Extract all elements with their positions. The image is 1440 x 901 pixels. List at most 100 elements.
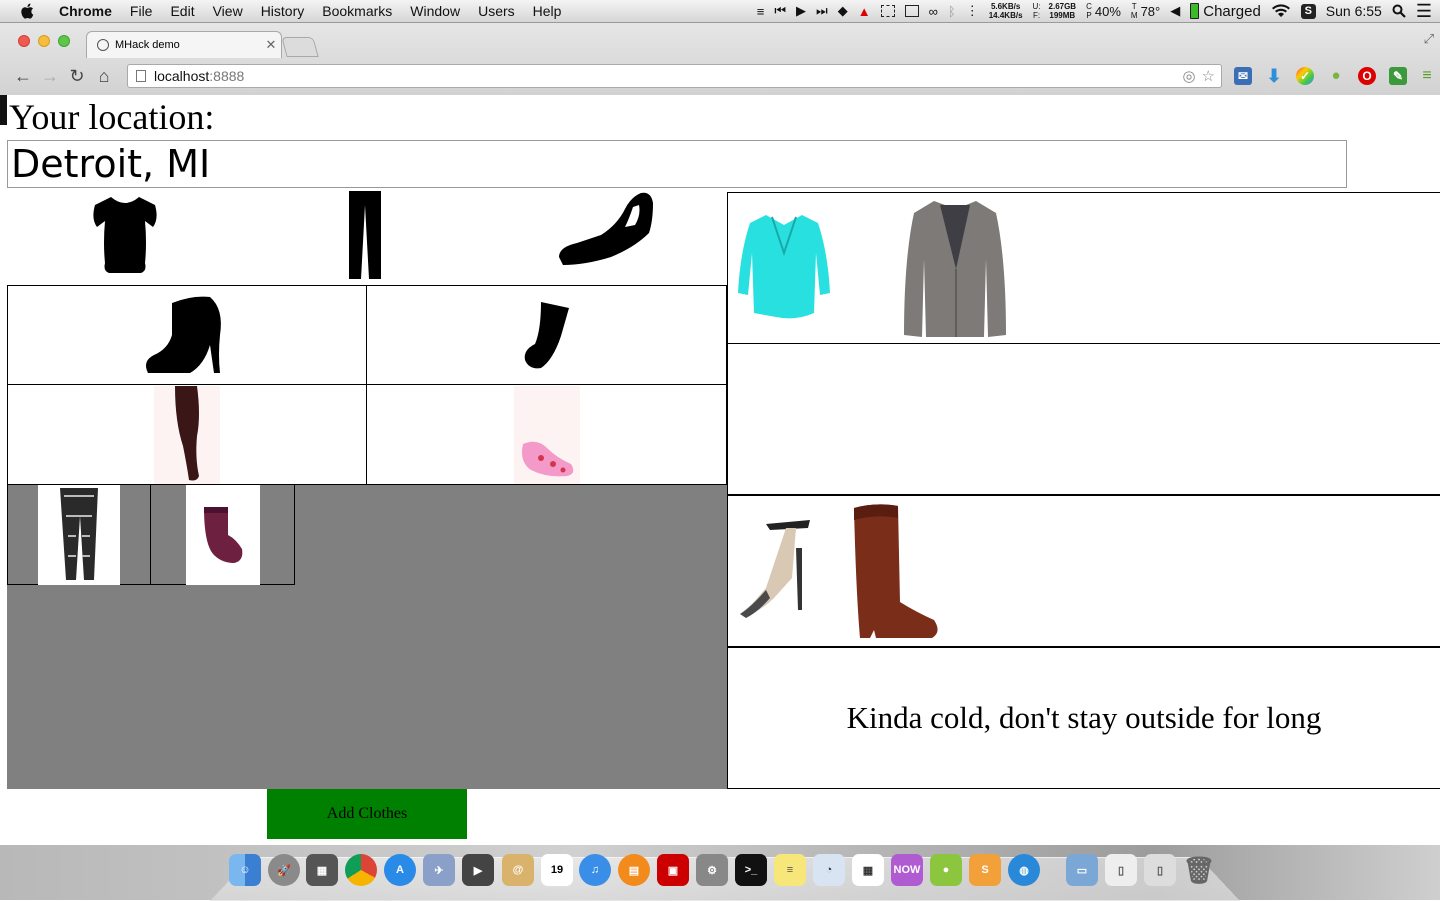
menu-users[interactable]: Users: [469, 3, 524, 19]
apple-icon[interactable]: [18, 3, 36, 19]
closet-cell-ankle-sock[interactable]: [367, 385, 727, 485]
color-extension-icon[interactable]: ✓: [1296, 67, 1314, 85]
closet-panel: [7, 189, 727, 789]
grapher-icon[interactable]: ◔: [813, 854, 845, 886]
closet-item-burgundy-sock[interactable]: [151, 484, 295, 585]
sublime-text-icon[interactable]: S: [969, 854, 1001, 886]
documents-stack-icon[interactable]: ▯: [1105, 854, 1137, 886]
riding-boot-photo[interactable]: [846, 502, 942, 642]
t-shirt-icon[interactable]: [89, 193, 161, 277]
menu-history[interactable]: History: [252, 3, 314, 19]
outfit-row-bottoms: [727, 343, 1440, 495]
next-track-icon[interactable]: ⏭: [816, 3, 828, 19]
trash-icon[interactable]: 🗑: [1183, 854, 1216, 886]
reload-button[interactable]: ↻: [66, 65, 88, 87]
bookmark-star-icon[interactable]: ☆: [1202, 67, 1215, 85]
android-dock-icon[interactable]: ●: [930, 854, 962, 886]
window-close-button[interactable]: [18, 35, 30, 47]
wifi-icon[interactable]: [1271, 4, 1291, 18]
url-port: :8888: [209, 68, 245, 84]
skype-icon[interactable]: S: [1300, 3, 1316, 19]
chrome-menu-icon[interactable]: ≡: [1418, 67, 1436, 85]
stickies-icon[interactable]: ≡: [774, 854, 806, 886]
menu-edit[interactable]: Edit: [161, 3, 203, 19]
creative-cloud-icon[interactable]: ∞: [929, 4, 938, 19]
spotlight-search-icon[interactable]: [1392, 4, 1406, 18]
location-target-icon[interactable]: ◎: [1182, 67, 1195, 85]
browser-chrome: MHack demo ✕ ⤢ ← → ↻ ⌂ localhost:8888 ◎ …: [0, 23, 1440, 96]
menu-file[interactable]: File: [121, 3, 162, 19]
play-icon[interactable]: ▶: [796, 3, 806, 19]
now-workout-icon[interactable]: NOW: [891, 854, 923, 886]
evernote-extension-icon[interactable]: ✎: [1389, 67, 1407, 85]
system-preferences-icon[interactable]: ⚙: [696, 854, 728, 886]
terminal-icon[interactable]: >_: [735, 854, 767, 886]
strappy-heel-photo[interactable]: [736, 518, 814, 618]
dropbox-icon[interactable]: ◆: [838, 3, 848, 19]
downloads-stack-icon[interactable]: ▯: [1144, 854, 1176, 886]
fullscreen-icon[interactable]: ⤢: [1424, 31, 1434, 47]
browser-tab[interactable]: MHack demo ✕: [86, 31, 282, 58]
finder-icon[interactable]: ☺: [229, 854, 261, 886]
turquoise-blouse-photo[interactable]: [736, 213, 832, 321]
tweed-blazer-photo[interactable]: [900, 199, 1010, 341]
dots-icon[interactable]: ⋮: [966, 3, 979, 19]
address-bar[interactable]: localhost:8888 ◎ ☆: [127, 64, 1222, 88]
preview-icon[interactable]: ✈: [423, 854, 455, 886]
closet-cell-tights[interactable]: [7, 385, 367, 485]
tights-photo: [154, 385, 220, 484]
home-button[interactable]: ⌂: [93, 65, 115, 87]
location-label: Your location:: [9, 97, 215, 137]
wedge-sandal-icon[interactable]: [555, 191, 655, 269]
closet-item-leggings[interactable]: [7, 484, 151, 585]
list-icon[interactable]: ≡: [757, 4, 765, 19]
window-minimize-button[interactable]: [38, 35, 50, 47]
menubar-clock[interactable]: Sun 6:55: [1326, 3, 1382, 19]
ibooks-icon[interactable]: ▤: [618, 854, 650, 886]
back-button[interactable]: ←: [12, 65, 34, 87]
window-zoom-button[interactable]: [58, 35, 70, 47]
pants-icon[interactable]: [345, 191, 385, 281]
bluetooth-icon[interactable]: ᛒ: [948, 4, 956, 19]
cpu-monitor[interactable]: C P 40%: [1086, 2, 1121, 20]
menu-help[interactable]: Help: [524, 3, 571, 19]
closet-cell-sock[interactable]: [367, 285, 727, 385]
android-extension-icon[interactable]: ●: [1327, 67, 1345, 85]
closet-row-basics: [7, 189, 727, 285]
calendar-icon[interactable]: 19: [541, 854, 573, 886]
contacts-icon[interactable]: @: [502, 854, 534, 886]
previous-track-icon[interactable]: ⏮: [774, 3, 786, 19]
closet-cell-bootie[interactable]: [7, 285, 367, 385]
location-input[interactable]: [7, 140, 1347, 188]
launchpad-icon[interactable]: 🚀: [268, 854, 300, 886]
chrome-dock-icon[interactable]: [345, 854, 377, 886]
menu-app-name[interactable]: Chrome: [50, 3, 121, 19]
memory-monitor[interactable]: U: F: 2.67GB 199MB: [1033, 2, 1077, 20]
network-globe-icon[interactable]: ◍: [1008, 854, 1040, 886]
menu-view[interactable]: View: [204, 3, 252, 19]
network-monitor[interactable]: 5.6KB/s 14.4KB/s: [989, 2, 1023, 20]
mail-extension-icon[interactable]: ✉: [1234, 67, 1252, 85]
menu-bookmarks[interactable]: Bookmarks: [313, 3, 401, 19]
menu-window[interactable]: Window: [401, 3, 469, 19]
photo-booth-icon[interactable]: ▣: [657, 854, 689, 886]
volume-icon[interactable]: ◀: [1170, 3, 1180, 19]
itunes-icon[interactable]: ♫: [579, 854, 611, 886]
facetime-icon[interactable]: ▶: [462, 854, 494, 886]
dashboard-icon[interactable]: ▦: [852, 854, 884, 886]
window-icon[interactable]: [904, 5, 919, 17]
alert-icon[interactable]: ▲: [858, 4, 871, 19]
tab-close-icon[interactable]: ✕: [261, 37, 281, 53]
forward-button[interactable]: →: [39, 65, 61, 87]
app-store-icon[interactable]: A: [384, 854, 416, 886]
screenshot-icon[interactable]: [880, 5, 895, 17]
add-clothes-button[interactable]: Add Clothes: [267, 789, 467, 839]
applications-folder-icon[interactable]: ▭: [1066, 854, 1098, 886]
download-extension-icon[interactable]: ⬇: [1265, 67, 1283, 85]
temperature-monitor[interactable]: T M 78°: [1131, 2, 1160, 20]
opera-extension-icon[interactable]: O: [1358, 67, 1376, 85]
mission-control-icon[interactable]: ▦: [306, 854, 338, 886]
new-tab-button[interactable]: [281, 37, 319, 57]
notification-center-icon[interactable]: ☰: [1416, 1, 1432, 22]
battery-status[interactable]: Charged: [1190, 3, 1261, 20]
